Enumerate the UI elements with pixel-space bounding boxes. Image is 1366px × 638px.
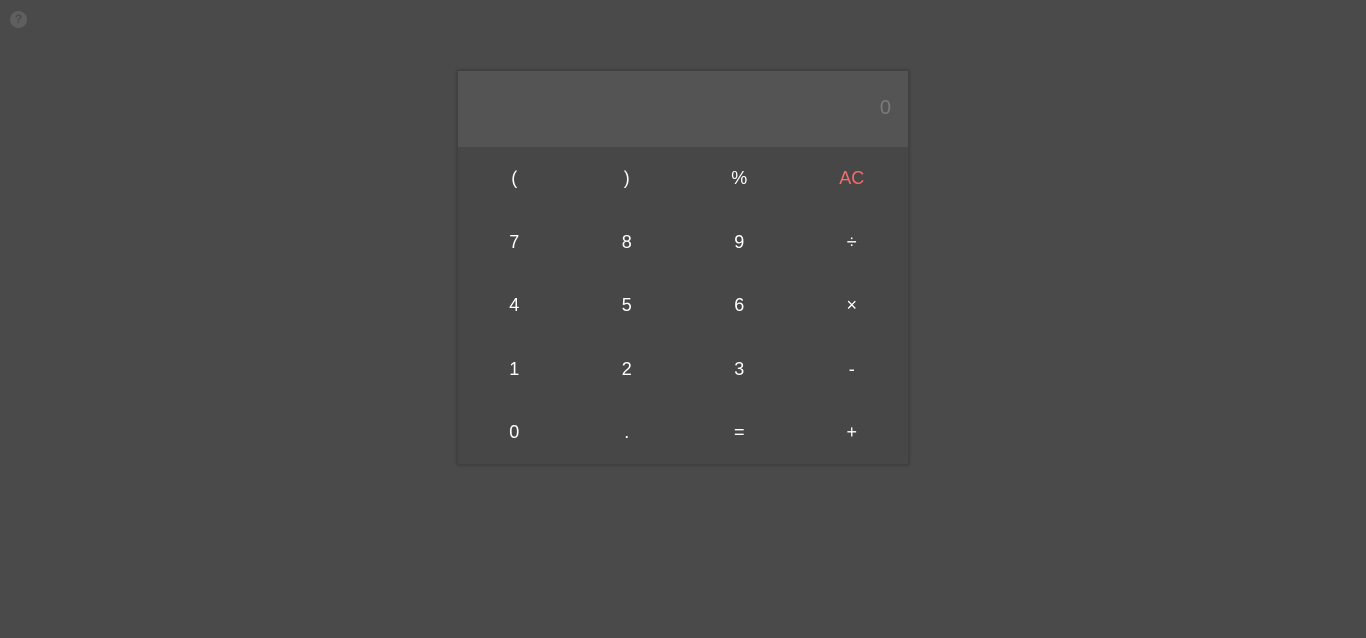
digit-1-button[interactable]: 1 — [458, 338, 571, 402]
digit-3-button[interactable]: 3 — [683, 338, 796, 402]
digit-4-button[interactable]: 4 — [458, 274, 571, 338]
digit-5-button[interactable]: 5 — [571, 274, 684, 338]
add-button[interactable]: + — [796, 401, 909, 465]
multiply-button[interactable]: × — [796, 274, 909, 338]
open-paren-button[interactable]: ( — [458, 147, 571, 211]
calculator: 0 ( ) % AC 7 8 9 ÷ 4 5 6 × 1 2 3 - 0 . =… — [457, 70, 909, 465]
all-clear-button[interactable]: AC — [796, 147, 909, 211]
decimal-button[interactable]: . — [571, 401, 684, 465]
digit-9-button[interactable]: 9 — [683, 211, 796, 275]
equals-button[interactable]: = — [683, 401, 796, 465]
digit-8-button[interactable]: 8 — [571, 211, 684, 275]
close-paren-button[interactable]: ) — [571, 147, 684, 211]
subtract-button[interactable]: - — [796, 338, 909, 402]
digit-7-button[interactable]: 7 — [458, 211, 571, 275]
digit-0-button[interactable]: 0 — [458, 401, 571, 465]
divide-button[interactable]: ÷ — [796, 211, 909, 275]
percent-button[interactable]: % — [683, 147, 796, 211]
keypad: ( ) % AC 7 8 9 ÷ 4 5 6 × 1 2 3 - 0 . = + — [458, 147, 908, 465]
digit-2-button[interactable]: 2 — [571, 338, 684, 402]
digit-6-button[interactable]: 6 — [683, 274, 796, 338]
display-value: 0 — [879, 97, 891, 119]
calculator-display: 0 — [458, 71, 908, 147]
help-icon[interactable]: ? — [10, 11, 27, 28]
